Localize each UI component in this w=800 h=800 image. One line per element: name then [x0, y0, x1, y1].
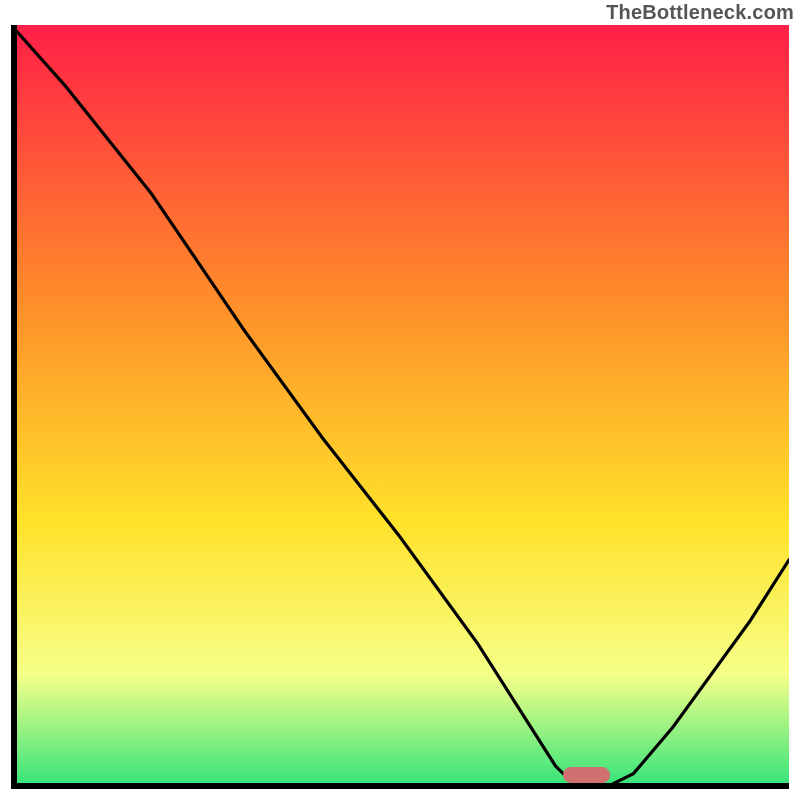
optimal-marker — [563, 767, 610, 783]
chart-frame — [11, 25, 789, 789]
attribution-text: TheBottleneck.com — [606, 2, 794, 25]
chart-background-gradient — [11, 25, 789, 789]
axis-left — [11, 25, 17, 789]
chart-svg — [11, 25, 789, 789]
chart-plot-area — [11, 25, 789, 789]
axis-bottom — [11, 783, 789, 789]
